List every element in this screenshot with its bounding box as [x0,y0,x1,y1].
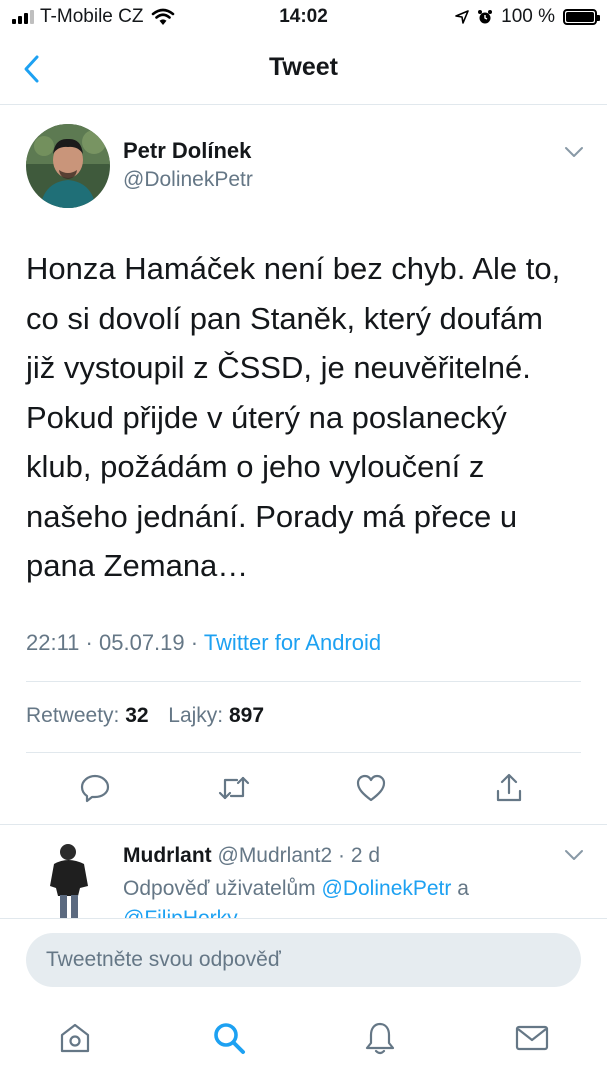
reply-header: Mudrlant @Mudrlant2 · 2 d [123,844,381,867]
retweet-icon [218,776,250,800]
reply-composer[interactable] [26,933,581,987]
share-icon [496,773,522,802]
navigation-bar: Tweet [0,34,607,105]
reply-input[interactable] [26,933,581,987]
tweet-meta: 22:11 · 05.07.19 · Twitter for Android [26,630,382,655]
retweets-count[interactable]: 32 [125,704,148,727]
divider [26,681,581,682]
reply-avatar[interactable] [44,840,96,918]
divider [0,824,607,825]
reply-author-name[interactable]: Mudrlant [123,844,212,867]
tweet-text: Honza Hamáček není bez chyb. Ale to, co … [26,251,561,583]
reply-icon [80,774,110,803]
status-right: 100 % [455,6,600,28]
reply-author-handle[interactable]: @Mudrlant2 [218,844,333,867]
retweets-label: Retweety: [26,704,120,727]
author-handle[interactable]: @DolinekPetr [123,168,253,192]
battery-icon [563,9,600,25]
tab-messages[interactable] [512,1018,552,1058]
retweet-button[interactable] [216,770,252,806]
divider [0,918,607,919]
reply-button[interactable] [77,770,113,806]
tweet-client-link[interactable]: Twitter for Android [204,630,381,655]
mention-link[interactable]: @FilipHorky [123,907,238,918]
location-arrow-icon [455,10,469,24]
share-button[interactable] [491,770,527,806]
reply-prefix: Odpověď uživatelům [123,877,316,900]
tweet-date: 05.07.19 [99,630,185,655]
heart-icon [356,774,386,802]
likes-label: Lajky: [168,704,224,727]
tweet-time: 22:11 [26,630,80,655]
reply-context: Odpověď uživatelům @DolinekPetr a @Filip… [123,874,563,918]
envelope-icon [515,1025,549,1051]
chevron-down-icon[interactable] [563,145,585,159]
tab-home[interactable] [55,1018,95,1058]
likes-count[interactable]: 897 [229,704,264,727]
tab-search[interactable] [209,1018,249,1058]
author-avatar[interactable] [26,124,110,208]
divider [26,752,581,753]
search-icon [214,1023,245,1054]
battery-percent: 100 % [501,6,555,27]
tab-notifications[interactable] [360,1018,400,1058]
reply-conjunction: a [457,877,469,900]
status-bar: T-Mobile CZ 14:02 100 % [0,0,607,34]
like-button[interactable] [353,770,389,806]
author-name[interactable]: Petr Dolínek [123,138,251,164]
reply-tweet[interactable]: Mudrlant @Mudrlant2 · 2 d Odpověď uživat… [0,826,607,918]
tweet-stats: Retweety: 32 Lajky: 897 [26,704,264,728]
chevron-down-icon[interactable] [563,848,585,862]
reply-age: 2 d [350,844,381,867]
avatar-photo [26,124,110,208]
page-title: Tweet [269,53,338,81]
mention-link[interactable]: @DolinekPetr [322,877,452,900]
bell-icon [365,1022,395,1055]
home-icon [60,1023,90,1053]
alarm-clock-icon [478,10,493,24]
